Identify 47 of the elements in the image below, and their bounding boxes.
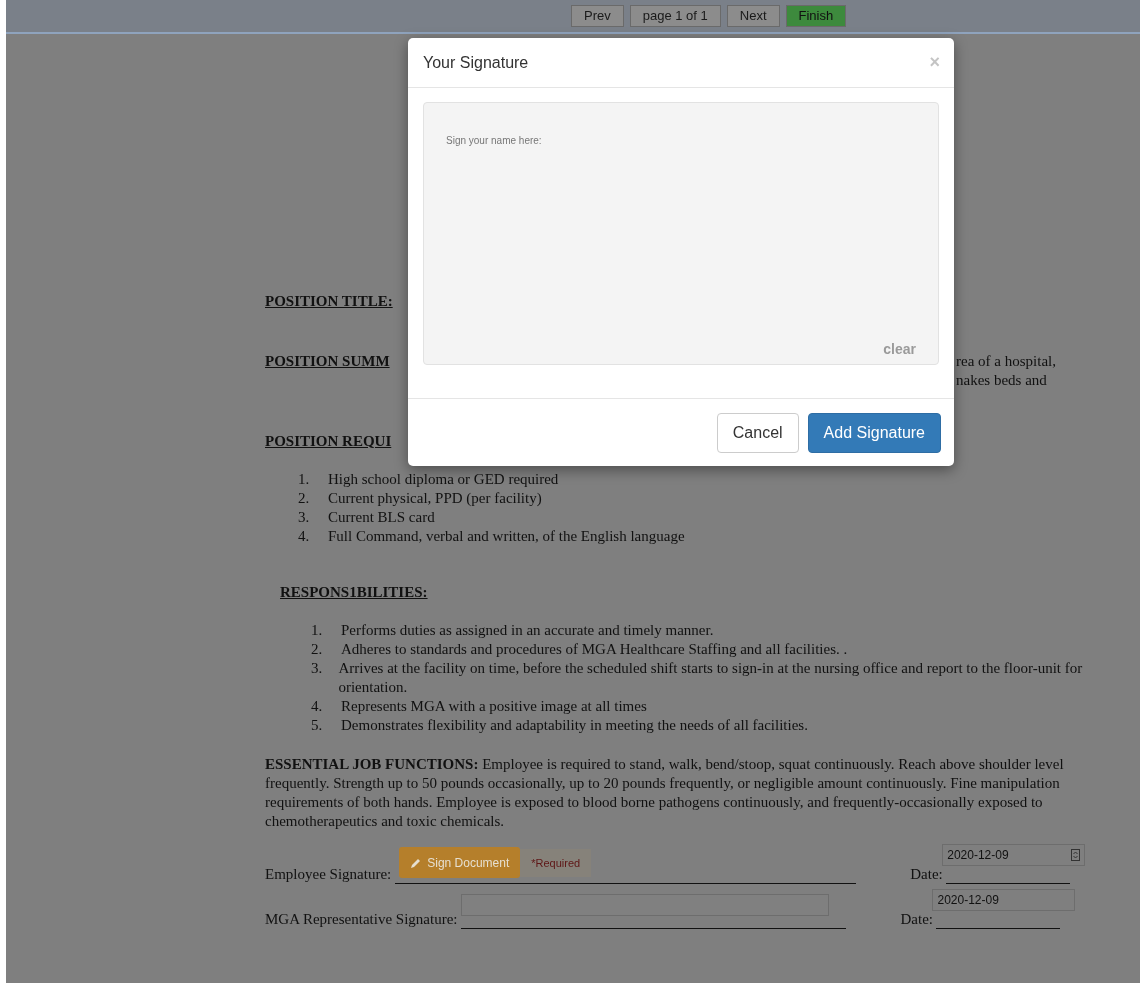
date-field[interactable]: 2020-12-09 — [932, 889, 1076, 911]
list-number: 1. — [297, 470, 311, 489]
list-item-text: Represents MGA with a positive image at all times — [341, 697, 647, 716]
list-number: 2. — [310, 640, 324, 659]
section-heading: POSITION TITLE: — [265, 292, 393, 311]
list-number: 2. — [297, 489, 311, 508]
date-label: Date: — [910, 865, 943, 884]
list-item-text: Adheres to standards and procedures of MGA Healthcare Staffing and all facilities. . — [341, 640, 848, 659]
signature-label: MGA Representative Signature: — [265, 910, 458, 929]
section-heading: RESPONS1BILITIES: — [280, 584, 428, 600]
required-note: *Required — [520, 848, 592, 877]
list-number: 4. — [310, 697, 324, 716]
finish-button[interactable]: Finish — [785, 5, 847, 27]
body-text: nakes beds and — [956, 371, 1048, 390]
next-button[interactable]: Next — [726, 5, 780, 27]
list-number: 4. — [297, 527, 311, 546]
list-item-text: Full Command, verbal and written, of the English language — [328, 527, 685, 546]
paragraph: ESSENTIAL JOB FUNCTIONS: Employee is required to stand, walk, bend/stoop, squat continuously. Reach above shoulder level frequently. Strength up to 50 pounds occasionally, up to 20 pounds frequently, or negligible amount continuously. Fine manipulation requirements of both hands. Employee is exposed to blood borne pathogens continuously, and frequently-occasionally exposed to chemotherapeutics and toxic chemicals. — [265, 755, 1065, 831]
prev-button[interactable]: Prev — [571, 5, 624, 27]
cancel-button[interactable]: Cancel — [716, 413, 799, 454]
section-heading: POSITION REQUI — [265, 433, 392, 449]
list-item-text: Current physical, PPD (per facility) — [328, 489, 542, 508]
list-number: 3. — [310, 659, 324, 678]
sign-document-button[interactable]: Sign Document — [399, 847, 521, 878]
dialog-title: Your Signature — [423, 53, 529, 73]
date-value: 2020-12-09 — [947, 848, 1009, 862]
page-indicator: page 1 of 1 — [629, 5, 721, 27]
date-field[interactable]: 2020-12-09 — [942, 844, 1086, 866]
spinner-icon[interactable] — [1071, 849, 1081, 861]
pencil-icon — [410, 856, 423, 869]
signature-label: Employee Signature: — [265, 865, 392, 884]
signature-pad[interactable]: Sign your name here: clear — [423, 102, 939, 366]
signature-prompt: Sign your name here: — [446, 134, 543, 149]
clear-link[interactable]: clear — [883, 339, 916, 361]
date-label: Date: — [900, 910, 933, 929]
body-text: rea of a hospital, — [956, 352, 1057, 371]
list-item-text: High school diploma or GED required — [328, 470, 559, 489]
section-heading: POSITION SUMM — [265, 352, 391, 371]
list-number: 3. — [297, 508, 311, 527]
list-number: 5. — [310, 716, 324, 735]
list-item-text: Arrives at the facility on time, before the scheduled shift starts to sign-in at the nursing office and report to the floor-unit for orientation. — [338, 659, 1084, 697]
list-number: 1. — [310, 621, 324, 640]
add-signature-button[interactable]: Add Signature — [807, 413, 941, 454]
list-item-text: Performs duties as assigned in an accurate and timely manner. — [341, 621, 714, 640]
list-item-text: Demonstrates flexibility and adaptability in meeting the needs of all facilities. — [341, 716, 808, 735]
list-item-text: Current BLS card — [328, 508, 435, 527]
date-value: 2020-12-09 — [937, 893, 999, 907]
